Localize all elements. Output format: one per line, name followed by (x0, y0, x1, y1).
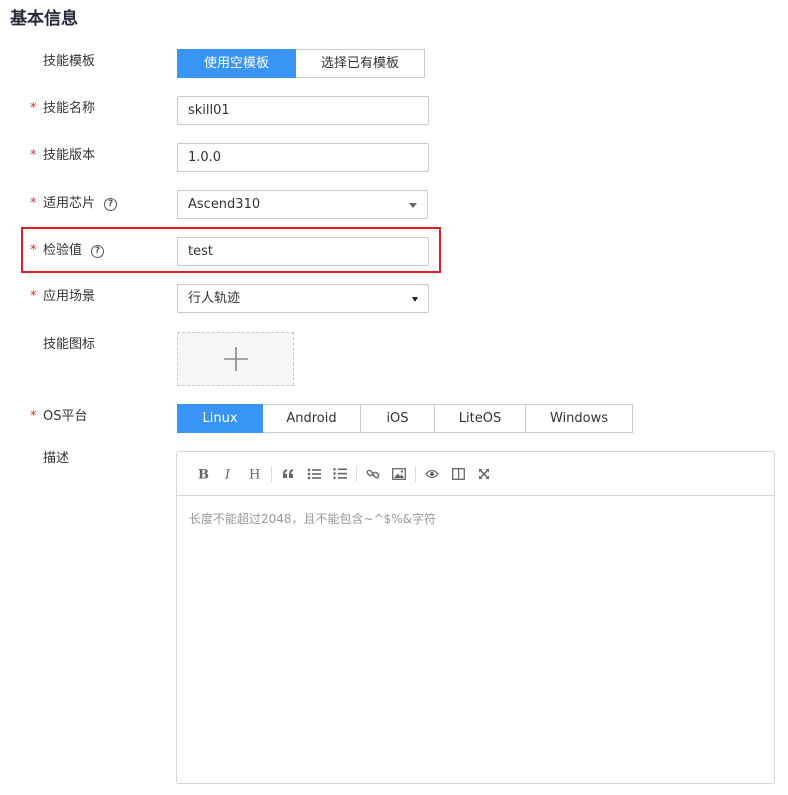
toolbar-divider (271, 465, 272, 482)
name-label: 技能名称 (43, 101, 96, 116)
os-label: OS平台 (43, 409, 88, 424)
required-mark: * (30, 409, 37, 424)
template-option-empty[interactable]: 使用空模板 (177, 49, 296, 78)
scenario-label: 应用场景 (43, 289, 96, 304)
os-option-ios[interactable]: iOS (361, 404, 435, 433)
section-title: 基本信息 (10, 9, 78, 29)
description-label: 描述 (43, 451, 70, 466)
italic-icon[interactable]: I (216, 464, 242, 484)
template-segmented-control: 使用空模板 选择已有模板 (177, 49, 425, 78)
version-label: 技能版本 (43, 148, 96, 163)
unordered-list-icon[interactable] (301, 464, 327, 484)
template-option-existing[interactable]: 选择已有模板 (296, 49, 425, 78)
ordered-list-icon[interactable] (327, 464, 353, 484)
help-icon[interactable]: ? (104, 197, 118, 211)
required-mark: * (30, 243, 37, 258)
icon-upload-button[interactable] (177, 332, 294, 386)
link-icon[interactable] (360, 464, 386, 484)
template-label-row: 技能模板 (30, 52, 95, 72)
version-input[interactable]: 1.0.0 (177, 143, 429, 172)
description-label-row: 描述 (30, 449, 69, 469)
quote-icon[interactable] (275, 464, 301, 484)
icon-label: 技能图标 (43, 337, 96, 352)
svg-text:B: B (198, 468, 209, 481)
description-editor: B I H 长度不能超过2048，且不能包含~^$%&字符 (176, 451, 775, 784)
os-option-liteos[interactable]: LiteOS (435, 404, 526, 433)
svg-text:I: I (224, 468, 231, 481)
chip-select[interactable]: Ascend310 (177, 190, 428, 219)
preview-eye-icon[interactable] (419, 464, 445, 484)
required-mark: * (30, 101, 37, 116)
scenario-select[interactable]: 行人轨迹 (177, 284, 429, 313)
scenario-label-row: * 应用场景 (30, 287, 95, 307)
required-mark: * (30, 196, 37, 211)
description-textarea[interactable]: 长度不能超过2048，且不能包含~^$%&字符 (177, 496, 774, 541)
os-option-windows[interactable]: Windows (526, 404, 633, 433)
check-input[interactable]: test (177, 237, 429, 266)
chip-label: 适用芯片 (43, 196, 96, 211)
svg-text:H: H (249, 468, 260, 481)
fullscreen-icon[interactable] (471, 464, 497, 484)
caret-down-icon (412, 297, 418, 302)
os-option-linux[interactable]: Linux (177, 404, 263, 433)
version-label-row: * 技能版本 (30, 146, 95, 166)
side-by-side-icon[interactable] (445, 464, 471, 484)
heading-icon[interactable]: H (242, 464, 268, 484)
chip-label-row: * 适用芯片 ? (30, 194, 118, 214)
bold-icon[interactable]: B (190, 464, 216, 484)
icon-label-row: 技能图标 (30, 335, 95, 355)
check-label: 检验值 (43, 243, 83, 258)
toolbar-divider (356, 465, 357, 482)
os-segmented-control: Linux Android iOS LiteOS Windows (177, 404, 633, 433)
image-icon[interactable] (386, 464, 412, 484)
template-label: 技能模板 (43, 54, 96, 69)
name-label-row: * 技能名称 (30, 99, 95, 119)
chip-select-value: Ascend310 (188, 197, 261, 212)
editor-toolbar: B I H (177, 452, 774, 496)
scenario-select-value: 行人轨迹 (188, 291, 241, 306)
os-option-android[interactable]: Android (263, 404, 361, 433)
required-mark: * (30, 289, 37, 304)
toolbar-divider (415, 465, 416, 482)
name-input[interactable]: skill01 (177, 96, 429, 125)
os-label-row: * OS平台 (30, 407, 88, 427)
help-icon[interactable]: ? (91, 244, 105, 258)
caret-down-icon (409, 203, 417, 208)
check-label-row: * 检验值 ? (30, 241, 105, 261)
plus-icon (223, 347, 248, 371)
required-mark: * (30, 148, 37, 163)
